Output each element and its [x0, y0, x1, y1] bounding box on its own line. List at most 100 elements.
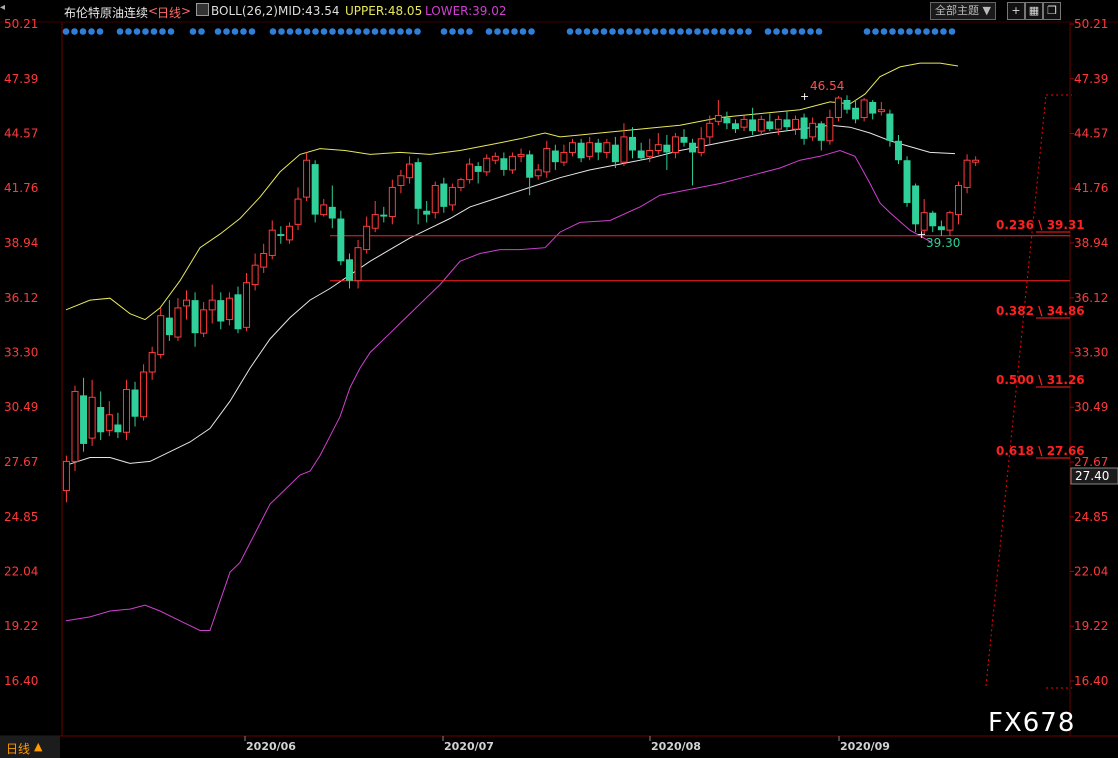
candle[interactable] [740, 115, 748, 132]
candle[interactable] [80, 377, 88, 452]
candle[interactable] [311, 160, 319, 223]
candle[interactable] [534, 164, 542, 180]
candle[interactable] [114, 412, 122, 439]
candle[interactable] [346, 253, 354, 289]
candle[interactable] [260, 243, 268, 273]
candle[interactable] [294, 187, 302, 231]
candle[interactable] [431, 181, 439, 219]
candle[interactable] [671, 133, 679, 159]
candle[interactable] [406, 156, 414, 184]
candle[interactable] [371, 201, 379, 233]
candle[interactable] [792, 115, 800, 135]
candle[interactable] [62, 455, 70, 503]
candle[interactable] [71, 385, 79, 472]
candle[interactable] [860, 98, 868, 122]
candle[interactable] [749, 107, 757, 135]
candle[interactable] [629, 127, 637, 159]
candle[interactable] [946, 210, 954, 237]
candle[interactable] [757, 115, 765, 135]
candle[interactable] [217, 292, 225, 330]
candle[interactable] [157, 307, 165, 359]
candle[interactable] [466, 158, 474, 184]
candle[interactable] [620, 123, 628, 167]
candle[interactable] [955, 181, 963, 225]
candle[interactable] [388, 179, 396, 225]
candle[interactable] [603, 138, 611, 159]
candle[interactable] [869, 99, 877, 120]
candle[interactable] [397, 169, 405, 194]
candle[interactable] [517, 148, 525, 163]
candle[interactable] [140, 364, 148, 421]
candle[interactable] [826, 109, 834, 145]
candle[interactable] [586, 136, 594, 161]
candle[interactable] [843, 95, 851, 114]
candle[interactable] [354, 239, 362, 289]
candle[interactable] [88, 379, 96, 446]
candle[interactable] [611, 136, 619, 168]
candle[interactable] [937, 220, 945, 237]
candle[interactable] [894, 134, 902, 165]
candle[interactable] [320, 199, 328, 217]
candle[interactable] [131, 381, 139, 427]
candle[interactable] [594, 138, 602, 161]
candle[interactable] [243, 272, 251, 332]
candle[interactable] [852, 99, 860, 124]
candle[interactable] [680, 129, 688, 147]
candle[interactable] [148, 346, 156, 380]
candle[interactable] [551, 144, 559, 170]
candle[interactable] [689, 138, 697, 186]
candle[interactable] [183, 290, 191, 320]
candle[interactable] [697, 127, 705, 157]
candle[interactable] [508, 152, 516, 174]
candle[interactable] [877, 101, 885, 116]
candle[interactable] [423, 201, 431, 223]
candle[interactable] [560, 144, 568, 167]
candle[interactable] [414, 158, 422, 225]
candle[interactable] [543, 140, 551, 178]
candle[interactable] [483, 154, 491, 176]
candle[interactable] [174, 298, 182, 341]
candle[interactable] [766, 113, 774, 132]
candle[interactable] [474, 162, 482, 184]
candle[interactable] [337, 210, 345, 266]
candle[interactable] [568, 138, 576, 157]
candle[interactable] [963, 154, 971, 194]
candle[interactable] [165, 300, 173, 341]
candle[interactable] [208, 284, 216, 324]
candle[interactable] [817, 121, 825, 151]
candle[interactable] [363, 216, 371, 254]
candle[interactable] [251, 253, 259, 291]
candle[interactable] [491, 152, 499, 165]
candle[interactable] [834, 96, 842, 122]
candle[interactable] [723, 111, 731, 130]
candle[interactable] [191, 292, 199, 347]
candle[interactable] [225, 292, 233, 326]
period-switcher[interactable]: 日线 ▲ [0, 736, 60, 758]
candle[interactable] [285, 222, 293, 244]
candle[interactable] [457, 177, 465, 192]
candle[interactable] [809, 117, 817, 141]
candle[interactable] [654, 133, 662, 155]
candle[interactable] [714, 99, 722, 126]
candle[interactable] [122, 379, 130, 441]
candle[interactable] [783, 111, 791, 132]
candlestick-chart[interactable]: 0.236 \ 39.31 0.382 \ 34.86 0.500 \ 31.26 0… [0, 0, 1118, 758]
candle[interactable] [912, 183, 920, 233]
candle[interactable] [731, 119, 739, 134]
candle[interactable] [972, 156, 980, 167]
candle[interactable] [380, 206, 388, 223]
candle[interactable] [929, 210, 937, 233]
candle[interactable] [637, 142, 645, 161]
candle[interactable] [105, 401, 113, 437]
candle[interactable] [440, 177, 448, 213]
candle[interactable] [800, 113, 808, 145]
candle[interactable] [663, 134, 671, 170]
candle[interactable] [903, 156, 911, 207]
candle[interactable] [268, 220, 276, 260]
candle[interactable] [277, 226, 285, 244]
candle[interactable] [328, 185, 336, 229]
candle[interactable] [234, 286, 242, 334]
candle[interactable] [448, 183, 456, 211]
candle[interactable] [97, 391, 105, 441]
candle[interactable] [200, 302, 208, 338]
